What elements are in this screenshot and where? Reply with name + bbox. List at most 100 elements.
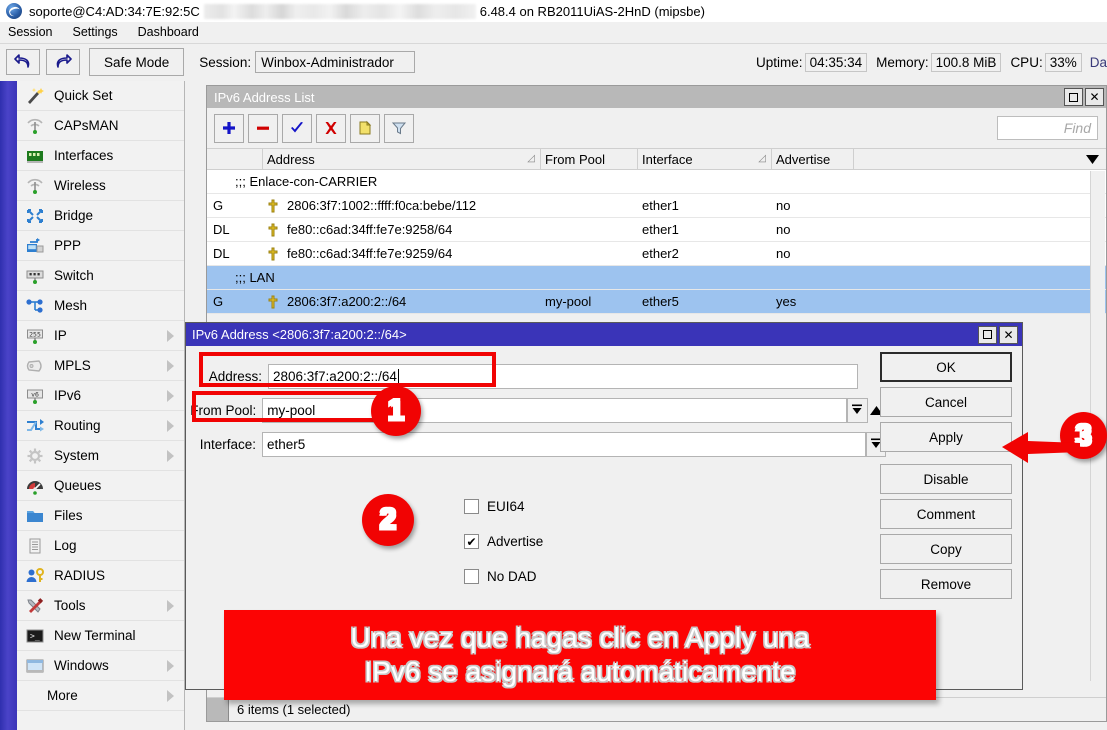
sidebar-item-label: CAPsMAN <box>54 118 119 133</box>
sidebar-item-bridge[interactable]: Bridge <box>17 201 184 231</box>
address-input[interactable]: 2806:3f7:a200:2::/64 <box>268 364 858 389</box>
sidebar-item-mesh[interactable]: Mesh <box>17 291 184 321</box>
sidebar-item-tools[interactable]: Tools <box>17 591 184 621</box>
column-header-from-pool[interactable]: From Pool <box>541 149 638 169</box>
sidebar-item-new-terminal[interactable]: >_ New Terminal <box>17 621 184 651</box>
toolbar-status-group: Uptime: 04:35:34 Memory: 100.8 MiB CPU: … <box>747 53 1107 72</box>
restore-icon[interactable] <box>1064 88 1083 106</box>
column-header-interface-label: Interface <box>642 152 693 167</box>
row-advertise: no <box>772 218 854 241</box>
sidebar-item-label: IP <box>54 328 67 343</box>
close-icon[interactable]: ✕ <box>1085 88 1104 106</box>
ppp-icon <box>23 235 47 257</box>
from-pool-dropdown-icon[interactable] <box>847 398 867 423</box>
chevron-right-icon <box>167 330 174 342</box>
terminal-icon: >_ <box>23 625 47 647</box>
eui64-checkbox[interactable] <box>464 499 479 514</box>
svg-text:>_: >_ <box>30 631 40 640</box>
sidebar-item-interfaces[interactable]: Interfaces <box>17 141 184 171</box>
from-pool-input[interactable]: my-pool <box>262 398 847 423</box>
address-label: Address: <box>186 369 268 384</box>
sidebar-item-label: RADIUS <box>54 568 105 583</box>
sidebar-item-ipv6[interactable]: v6 IPv6 <box>17 381 184 411</box>
enable-button[interactable] <box>282 114 312 143</box>
ipv6-list-window-controls: ✕ <box>1064 88 1106 106</box>
column-header-interface[interactable]: Interface ◿ <box>638 149 772 169</box>
table-row[interactable]: G 2806:3f7:1002::ffff:f0ca:bebe/112 ethe… <box>207 194 1106 218</box>
advertise-checkbox-row[interactable]: ✔ Advertise <box>464 534 543 549</box>
remove-button[interactable]: Remove <box>880 569 1012 599</box>
bridge-icon <box>23 205 47 227</box>
sidebar-item-mpls[interactable]: MPLS <box>17 351 184 381</box>
sidebar-item-files[interactable]: Files <box>17 501 184 531</box>
row-interface: ether1 <box>638 218 772 241</box>
comment-button[interactable] <box>350 114 380 143</box>
sidebar-item-ppp[interactable]: PPP <box>17 231 184 261</box>
session-value[interactable]: Winbox-Administrador <box>255 51 415 73</box>
sidebar-item-quick-set[interactable]: Quick Set <box>17 81 184 111</box>
restore-icon[interactable] <box>978 326 997 344</box>
column-header-flags[interactable] <box>207 149 263 169</box>
no-dad-label: No DAD <box>487 569 537 584</box>
sidebar-item-switch[interactable]: Switch <box>17 261 184 291</box>
row-flags: DL <box>207 242 263 265</box>
redo-icon[interactable] <box>46 49 80 75</box>
radius-key-icon <box>23 565 47 587</box>
search-input[interactable]: Find <box>997 116 1098 140</box>
address-value: 2806:3f7:a200:2::/64 <box>273 369 397 384</box>
menu-session[interactable]: Session <box>0 25 62 39</box>
table-row[interactable]: DL fe80::c6ad:34ff:fe7e:9259/64 ether2 n… <box>207 242 1106 266</box>
sidebar-item-label: Wireless <box>54 178 106 193</box>
main-menu-bar: Session Settings Dashboard <box>0 22 1107 42</box>
eui64-checkbox-row[interactable]: EUI64 <box>464 499 525 514</box>
menu-settings[interactable]: Settings <box>62 25 127 39</box>
column-header-address[interactable]: Address ◿ <box>263 149 541 169</box>
column-header-advertise[interactable]: Advertise <box>772 149 854 169</box>
sidebar-item-wireless[interactable]: Wireless <box>17 171 184 201</box>
window-icon <box>23 655 47 677</box>
no-dad-checkbox-row[interactable]: No DAD <box>464 569 537 584</box>
mpls-tag-icon <box>23 355 47 377</box>
comment-button[interactable]: Comment <box>880 499 1012 529</box>
interface-input[interactable]: ether5 <box>262 432 866 457</box>
table-row[interactable]: ;;; LAN <box>207 266 1106 290</box>
add-button[interactable] <box>214 114 244 143</box>
safe-mode-button[interactable]: Safe Mode <box>89 48 184 76</box>
sidebar-item-windows[interactable]: Windows <box>17 651 184 681</box>
apply-button[interactable]: Apply <box>880 422 1012 452</box>
log-icon <box>23 535 47 557</box>
remove-button[interactable] <box>248 114 278 143</box>
sidebar-item-queues[interactable]: Queues <box>17 471 184 501</box>
no-dad-checkbox[interactable] <box>464 569 479 584</box>
advertise-checkbox[interactable]: ✔ <box>464 534 479 549</box>
ok-button[interactable]: OK <box>880 352 1012 382</box>
title-redacted-region <box>204 4 476 19</box>
row-address: 2806:3f7:1002::ffff:f0ca:bebe/112 <box>263 194 541 217</box>
sidebar-menu: Quick Set CAPsMAN <box>17 81 185 730</box>
copy-button[interactable]: Copy <box>880 534 1012 564</box>
sidebar-item-routing[interactable]: Routing <box>17 411 184 441</box>
row-extra <box>854 218 1106 241</box>
disable-button[interactable]: Disable <box>880 464 1012 494</box>
table-row[interactable]: G 2806:3f7:a200:2::/64 my-pool ether5 ye… <box>207 290 1106 314</box>
filter-button[interactable] <box>384 114 414 143</box>
undo-icon[interactable] <box>6 49 40 75</box>
menu-dashboard[interactable]: Dashboard <box>128 25 209 39</box>
sidebar-item-system[interactable]: System <box>17 441 184 471</box>
sidebar-item-radius[interactable]: RADIUS <box>17 561 184 591</box>
sidebar-item-capsman[interactable]: CAPsMAN <box>17 111 184 141</box>
column-chooser-button[interactable] <box>854 149 1106 169</box>
table-row[interactable]: DL fe80::c6ad:34ff:fe7e:9258/64 ether1 n… <box>207 218 1106 242</box>
svg-text:255: 255 <box>29 330 41 338</box>
annotation-arrow-to-apply <box>1000 425 1080 470</box>
table-row[interactable]: ;;; Enlace-con-CARRIER <box>207 170 1106 194</box>
dialog-window-controls: ✕ <box>978 326 1022 344</box>
row-flags: G <box>207 194 263 217</box>
close-icon[interactable]: ✕ <box>999 326 1018 344</box>
cancel-button[interactable]: Cancel <box>880 387 1012 417</box>
disable-button[interactable] <box>316 114 346 143</box>
memory-value: 100.8 MiB <box>931 53 1002 72</box>
sidebar-item-log[interactable]: Log <box>17 531 184 561</box>
sidebar-item-ip[interactable]: 255 IP <box>17 321 184 351</box>
sidebar-item-more[interactable]: More <box>17 681 184 711</box>
